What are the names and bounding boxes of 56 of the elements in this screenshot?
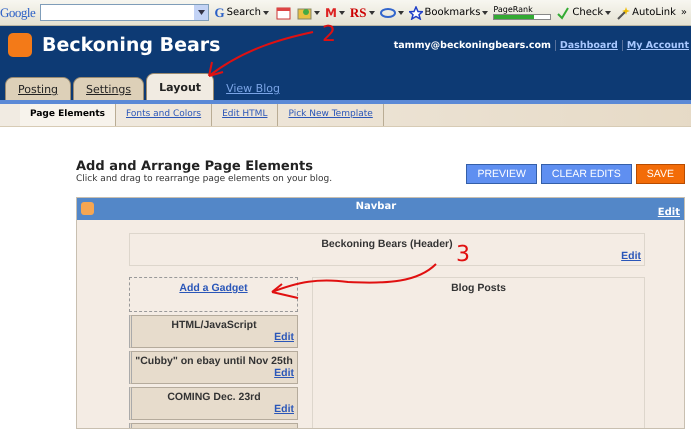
blog-title: Beckoning Bears xyxy=(42,34,220,56)
handwritten-number: 2 xyxy=(322,24,336,46)
widget-title: Beckoning Bears (Header) xyxy=(321,238,453,250)
calendar-icon[interactable] xyxy=(274,6,292,20)
checkmark-icon xyxy=(556,6,570,20)
header-link[interactable]: Dashboard xyxy=(554,40,618,50)
view-blog-link[interactable]: View Blog xyxy=(216,82,290,100)
autolink-button[interactable]: AutoLink xyxy=(616,6,676,20)
sidebar-widget[interactable]: COMING Dec. 23rd Edit xyxy=(129,387,298,420)
bookmarks-button[interactable]: Bookmarks xyxy=(408,6,488,20)
widget-title: Blog Posts xyxy=(451,282,506,295)
caret-icon xyxy=(398,10,404,14)
blogger-logo-icon xyxy=(8,33,32,57)
sidebar-widget[interactable]: "Cubby" on ebay until Nov 25th Edit xyxy=(129,351,298,384)
subnav-tab[interactable]: Edit HTML xyxy=(212,104,278,126)
tab[interactable]: Layout xyxy=(146,73,214,100)
subnav-tab[interactable]: Fonts and Colors xyxy=(116,104,212,126)
page-subtitle: Click and drag to rearrange page elements on your blog. xyxy=(76,174,332,184)
caret-icon xyxy=(338,10,345,14)
pagerank-meter[interactable]: PageRank xyxy=(493,5,552,20)
handwritten-number: 3 xyxy=(456,244,470,266)
caret-icon xyxy=(482,10,488,14)
subnav-tab[interactable]: Pick New Template xyxy=(278,104,384,126)
rs-button[interactable]: RS xyxy=(350,4,375,20)
sidebar-widget[interactable]: HTML/JavaScript Edit xyxy=(129,315,298,348)
magic-wand-icon xyxy=(616,6,630,20)
tab[interactable]: Posting xyxy=(5,77,72,100)
edit-link[interactable]: Edit xyxy=(658,207,680,220)
caret-icon xyxy=(262,10,269,14)
edit-link[interactable]: Edit xyxy=(274,403,294,415)
header-link[interactable]: My Account xyxy=(622,40,689,50)
more-button[interactable]: » xyxy=(680,7,687,18)
widget-title: HTML/JavaScript xyxy=(171,319,257,331)
widget-title: COMING Dec. 23rd xyxy=(167,391,261,403)
search-field[interactable] xyxy=(40,4,210,21)
edit-link[interactable]: Edit xyxy=(274,331,294,343)
star-icon xyxy=(408,6,423,20)
add-gadget-link[interactable]: Add a Gadget xyxy=(179,282,248,295)
widget-title: "Cubby" on ebay until Nov 25th xyxy=(135,355,293,367)
caret-icon xyxy=(605,10,612,14)
edit-link[interactable]: Edit xyxy=(274,367,294,379)
caret-icon xyxy=(368,10,375,14)
search-button[interactable]: G Search xyxy=(214,4,269,20)
user-email: tammy@beckoningbears.com xyxy=(394,40,551,50)
caret-icon xyxy=(314,10,320,14)
dropdown-arrow-icon[interactable] xyxy=(198,10,205,15)
google-logo[interactable]: Google xyxy=(0,4,36,20)
subnav-tab[interactable]: Page Elements xyxy=(20,104,116,126)
blogger-logo-icon xyxy=(81,202,94,215)
tab[interactable]: Settings xyxy=(73,77,144,100)
mail-button[interactable]: M xyxy=(324,6,345,20)
folder-icon[interactable] xyxy=(296,6,320,20)
spell-check-button[interactable]: Check xyxy=(556,6,612,20)
navbar-title: Navbar xyxy=(356,201,396,212)
edit-link[interactable]: Edit xyxy=(621,250,641,262)
page-heading: Add and Arrange Page Elements xyxy=(76,159,314,174)
